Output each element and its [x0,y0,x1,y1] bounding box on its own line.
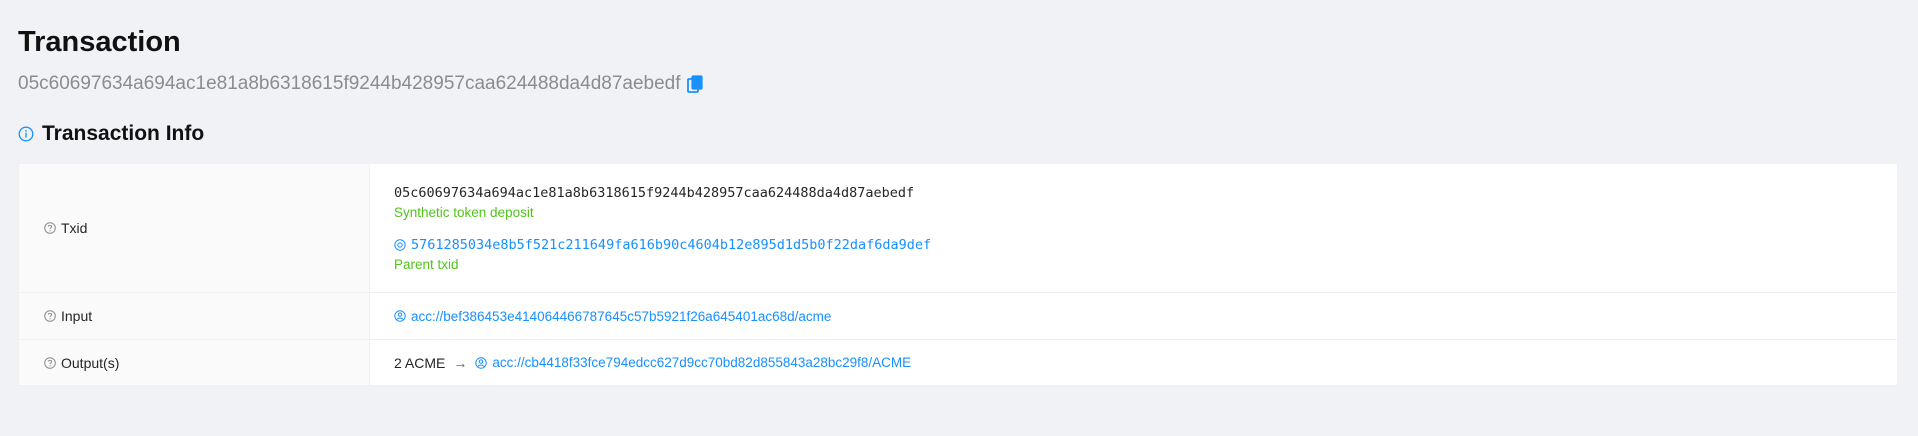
section-title: Transaction Info [42,122,205,145]
input-account-link[interactable]: acc://bef386453e414064466787645c57b5921f… [411,309,831,324]
input-label: Input [61,308,93,324]
account-icon [394,310,406,322]
parent-txid-tag: Parent txid [394,256,459,272]
table-row: Input acc://bef386453e414064466787645c57… [18,292,1898,340]
txid-value-cell: 05c60697634a694ac1e81a8b6318615f9244b428… [369,163,1898,293]
synthetic-deposit-tag: Synthetic token deposit [394,204,534,220]
arrow-right-icon: → [453,354,468,371]
outputs-label-cell: Output(s) [18,339,370,386]
output-amount: 2 ACME [394,354,446,371]
transaction-info-table: Txid 05c60697634a694ac1e81a8b6318615f924… [18,163,1898,386]
input-value-cell: acc://bef386453e414064466787645c57b5921f… [369,292,1898,340]
tx-hash: 05c60697634a694ac1e81a8b6318615f9244b428… [18,73,681,94]
txid-label: Txid [61,220,88,236]
tx-hash-line: 05c60697634a694ac1e81a8b6318615f9244b428… [18,71,1898,97]
question-circle-icon [44,310,56,322]
account-icon [475,356,488,369]
outputs-label: Output(s) [61,354,120,371]
question-circle-icon [44,222,56,234]
copy-icon[interactable] [686,74,703,94]
txid-value: 05c60697634a694ac1e81a8b6318615f9244b428… [394,184,915,201]
input-label-cell: Input [18,292,370,340]
page-title: Transaction [18,26,181,58]
link-circle-icon [394,238,406,251]
table-row: Txid 05c60697634a694ac1e81a8b6318615f924… [18,163,1898,293]
outputs-value-cell: 2 ACME → acc://cb4418f33fce794edcc627d9c… [370,340,1898,386]
info-circle-icon [18,126,34,142]
parent-txid-link[interactable]: 5761285034e8b5f521c211649fa616b90c4604b1… [411,237,931,253]
transaction-page: Transaction 05c60697634a694ac1e81a8b6318… [0,0,1918,386]
txid-label-cell: Txid [18,163,370,293]
output-account-link[interactable]: acc://cb4418f33fce794edcc627d9cc70bd82d8… [492,355,911,370]
table-row: Output(s) 2 ACME → acc://cb4418f33fce794… [18,339,1898,386]
question-circle-icon [44,356,56,369]
section-header: Transaction Info [18,119,1898,149]
